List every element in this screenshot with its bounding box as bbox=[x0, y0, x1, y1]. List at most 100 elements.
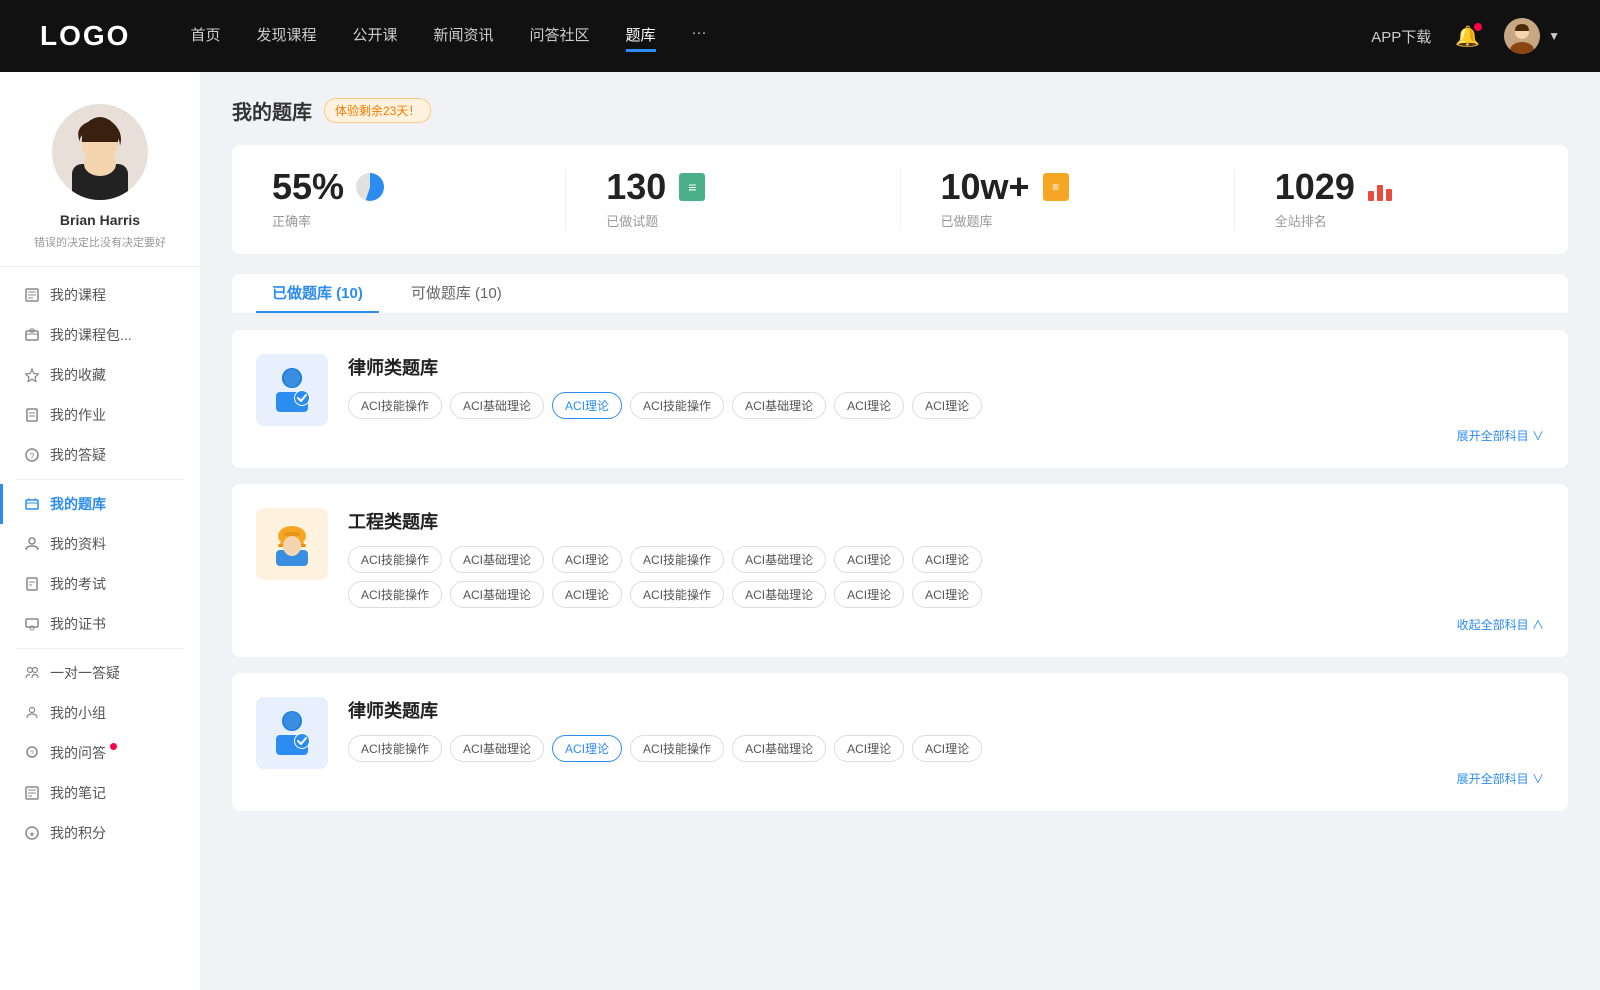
qb-tag-3-1[interactable]: ACI基础理论 bbox=[450, 735, 544, 762]
list-icon: ≡ bbox=[1040, 171, 1072, 203]
qb-tag-1-5[interactable]: ACI理论 bbox=[834, 392, 904, 419]
sidebar-item-favorites[interactable]: 我的收藏 bbox=[0, 355, 200, 395]
notification-bell[interactable]: 🔔 bbox=[1455, 24, 1480, 49]
doc-icon: ≡ bbox=[676, 171, 708, 203]
sidebar-item-bank[interactable]: 我的题库 bbox=[0, 484, 200, 524]
sidebar-item-qa[interactable]: ? 我的答疑 bbox=[0, 435, 200, 475]
stat-done-questions-label: 已做试题 bbox=[606, 211, 658, 230]
nav-home[interactable]: 首页 bbox=[190, 20, 220, 52]
qb-tag-2-3[interactable]: ACI技能操作 bbox=[630, 546, 724, 573]
sidebar: Brian Harris 错误的决定比没有决定要好 我的课程 我的课程包... bbox=[0, 72, 200, 990]
sidebar-item-exam[interactable]: 我的考试 bbox=[0, 564, 200, 604]
qb-title-2: 工程类题库 bbox=[348, 508, 1544, 534]
qb-tag-2-r2-6[interactable]: ACI理论 bbox=[912, 581, 982, 608]
qb-tag-3-0[interactable]: ACI技能操作 bbox=[348, 735, 442, 762]
qb-tag-2-r2-1[interactable]: ACI基础理论 bbox=[450, 581, 544, 608]
qb-tag-2-5[interactable]: ACI理论 bbox=[834, 546, 904, 573]
qb-expand-1[interactable]: 展开全部科目 ∨ bbox=[348, 427, 1544, 444]
qb-collapse-2[interactable]: 收起全部科目 ∧ bbox=[348, 616, 1544, 633]
qb-tag-2-6[interactable]: ACI理论 bbox=[912, 546, 982, 573]
question-icon: ? bbox=[24, 447, 40, 463]
qb-tag-3-6[interactable]: ACI理论 bbox=[912, 735, 982, 762]
sidebar-item-myqa[interactable]: ? 我的问答 bbox=[0, 733, 200, 773]
nav-qa[interactable]: 问答社区 bbox=[530, 20, 590, 52]
stat-done-questions-top: 130 ≡ bbox=[606, 169, 708, 205]
qb-tag-1-1[interactable]: ACI基础理论 bbox=[450, 392, 544, 419]
sidebar-item-homework[interactable]: 我的作业 bbox=[0, 395, 200, 435]
qb-tag-3-2[interactable]: ACI理论 bbox=[552, 735, 622, 762]
qb-tag-2-1[interactable]: ACI基础理论 bbox=[450, 546, 544, 573]
trial-badge: 体验剩余23天！ bbox=[324, 98, 431, 123]
qb-tag-2-0[interactable]: ACI技能操作 bbox=[348, 546, 442, 573]
qb-tag-1-3[interactable]: ACI技能操作 bbox=[630, 392, 724, 419]
nav-bank[interactable]: 题库 bbox=[626, 20, 656, 52]
qb-tag-1-2[interactable]: ACI理论 bbox=[552, 392, 622, 419]
sidebar-item-label-myqa: 我的问答 bbox=[50, 743, 106, 763]
qb-tag-2-2[interactable]: ACI理论 bbox=[552, 546, 622, 573]
sidebar-item-group[interactable]: 我的小组 bbox=[0, 693, 200, 733]
sidebar-item-label-notes: 我的笔记 bbox=[50, 783, 106, 803]
nav-discover[interactable]: 发现课程 bbox=[256, 20, 316, 52]
qb-tag-2-r2-3[interactable]: ACI技能操作 bbox=[630, 581, 724, 608]
qb-expand-3[interactable]: 展开全部科目 ∨ bbox=[348, 770, 1544, 787]
avatar-chevron-icon: ▼ bbox=[1548, 29, 1560, 43]
profile-motto: 错误的决定比没有决定要好 bbox=[34, 234, 166, 250]
page-header: 我的题库 体验剩余23天！ bbox=[232, 96, 1568, 125]
stat-done-questions: 130 ≡ 已做试题 bbox=[566, 169, 900, 230]
qb-tags-1: ACI技能操作 ACI基础理论 ACI理论 ACI技能操作 ACI基础理论 AC… bbox=[348, 392, 1544, 419]
qb-icon-lawyer-3 bbox=[256, 697, 328, 769]
nav-news[interactable]: 新闻资讯 bbox=[434, 20, 494, 52]
sidebar-item-label-points: 我的积分 bbox=[50, 823, 106, 843]
qb-tag-2-r2-2[interactable]: ACI理论 bbox=[552, 581, 622, 608]
sidebar-item-course[interactable]: 我的课程 bbox=[0, 275, 200, 315]
sidebar-item-cert[interactable]: 我的证书 bbox=[0, 604, 200, 644]
stat-done-banks-top: 10w+ ≡ bbox=[941, 169, 1072, 205]
sidebar-item-tutor[interactable]: 一对一答疑 bbox=[0, 653, 200, 693]
qb-tag-2-r2-0[interactable]: ACI技能操作 bbox=[348, 581, 442, 608]
stat-done-banks-label: 已做题库 bbox=[941, 211, 993, 230]
bank-icon bbox=[24, 496, 40, 512]
nav-opencourse[interactable]: 公开课 bbox=[352, 20, 397, 52]
stat-done-questions-value: 130 bbox=[606, 169, 666, 205]
qb-icon-engineer bbox=[256, 508, 328, 580]
qb-tag-2-r2-4[interactable]: ACI基础理论 bbox=[732, 581, 826, 608]
qb-card-3: 律师类题库 ACI技能操作 ACI基础理论 ACI理论 ACI技能操作 ACI基… bbox=[232, 673, 1568, 811]
tutor-icon bbox=[24, 665, 40, 681]
user-avatar-menu[interactable]: ▼ bbox=[1504, 18, 1560, 54]
stat-done-banks-value: 10w+ bbox=[941, 169, 1030, 205]
qb-tag-3-3[interactable]: ACI技能操作 bbox=[630, 735, 724, 762]
qb-header-1: 律师类题库 ACI技能操作 ACI基础理论 ACI理论 ACI技能操作 ACI基… bbox=[256, 354, 1544, 444]
page-title: 我的题库 bbox=[232, 96, 312, 125]
qb-tag-3-4[interactable]: ACI基础理论 bbox=[732, 735, 826, 762]
notification-dot bbox=[1474, 23, 1482, 31]
nav-more[interactable]: ··· bbox=[692, 20, 707, 52]
qb-tag-3-5[interactable]: ACI理论 bbox=[834, 735, 904, 762]
stat-ranking: 1029 全站排名 bbox=[1235, 169, 1568, 230]
sidebar-item-profile[interactable]: 我的资料 bbox=[0, 524, 200, 564]
app-download-button[interactable]: APP下载 bbox=[1371, 26, 1431, 47]
stat-accuracy-top: 55% bbox=[272, 169, 386, 205]
stat-ranking-label: 全站排名 bbox=[1275, 211, 1327, 230]
qb-card-2: 工程类题库 ACI技能操作 ACI基础理论 ACI理论 ACI技能操作 ACI基… bbox=[232, 484, 1568, 657]
qb-tag-1-6[interactable]: ACI理论 bbox=[912, 392, 982, 419]
sidebar-item-notes[interactable]: 我的笔记 bbox=[0, 773, 200, 813]
qb-tag-1-4[interactable]: ACI基础理论 bbox=[732, 392, 826, 419]
profile-avatar bbox=[52, 104, 148, 200]
sidebar-item-label-package: 我的课程包... bbox=[50, 325, 132, 345]
sidebar-item-points[interactable]: ★ 我的积分 bbox=[0, 813, 200, 853]
sidebar-item-package[interactable]: 我的课程包... bbox=[0, 315, 200, 355]
profile-icon bbox=[24, 536, 40, 552]
qb-tag-2-4[interactable]: ACI基础理论 bbox=[732, 546, 826, 573]
main-layout: Brian Harris 错误的决定比没有决定要好 我的课程 我的课程包... bbox=[0, 72, 1600, 990]
tab-done-banks[interactable]: 已做题库 (10) bbox=[256, 274, 379, 313]
qb-content-3: 律师类题库 ACI技能操作 ACI基础理论 ACI理论 ACI技能操作 ACI基… bbox=[348, 697, 1544, 787]
qb-tag-1-0[interactable]: ACI技能操作 bbox=[348, 392, 442, 419]
logo[interactable]: LOGO bbox=[40, 20, 130, 52]
qb-tag-2-r2-5[interactable]: ACI理论 bbox=[834, 581, 904, 608]
bar-icon bbox=[1365, 171, 1397, 203]
content-area: 我的题库 体验剩余23天！ 55% 正确率 130 ≡ bbox=[200, 72, 1600, 990]
package-icon bbox=[24, 327, 40, 343]
qb-content-2: 工程类题库 ACI技能操作 ACI基础理论 ACI理论 ACI技能操作 ACI基… bbox=[348, 508, 1544, 633]
tab-available-banks[interactable]: 可做题库 (10) bbox=[395, 274, 518, 313]
exam-icon bbox=[24, 576, 40, 592]
